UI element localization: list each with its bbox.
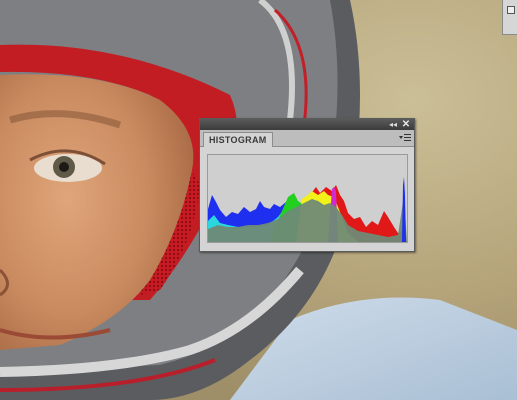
panel-menu-icon[interactable] [399,133,411,143]
histogram-graph [207,154,408,243]
tab-histogram[interactable]: HISTOGRAM [203,132,273,147]
histogram-panel: ◂◂ ✕ HISTOGRAM [199,118,415,252]
menu-arrow-icon [399,136,403,139]
panel-dock-edge[interactable] [502,0,517,35]
close-icon[interactable]: ✕ [401,119,411,130]
panel-titlebar[interactable]: ◂◂ ✕ [200,119,414,130]
menu-lines-icon [404,134,411,141]
collapse-icon[interactable]: ◂◂ [388,120,398,129]
dock-icon [507,6,515,14]
histogram-right-spike [402,177,406,242]
panel-tab-row: HISTOGRAM [200,130,414,147]
